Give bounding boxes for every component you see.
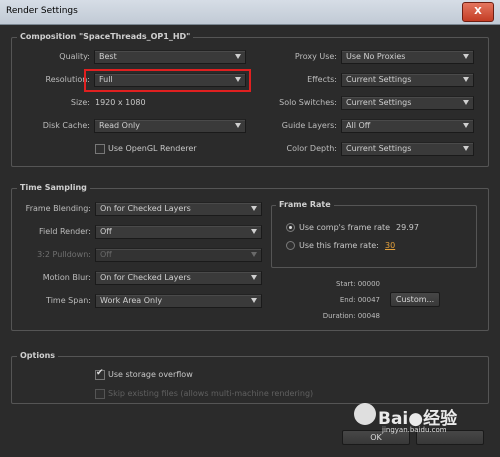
options-group-label: Options <box>17 351 59 360</box>
quality-value: Best <box>99 52 117 61</box>
chevron-down-icon <box>463 146 469 151</box>
frame-rate-label: Frame Rate <box>276 200 334 209</box>
motion-blur-value: On for Checked Layers <box>100 273 191 282</box>
effects-label: Effects: <box>307 75 337 84</box>
composition-group-label: Composition "SpaceThreads_OP1_HD" <box>17 32 194 41</box>
chevron-down-icon <box>251 275 257 280</box>
solo-switches-value: Current Settings <box>346 98 412 107</box>
chevron-down-icon <box>463 100 469 105</box>
comp-frame-rate-label: Use comp's frame rate <box>299 223 391 232</box>
time-span-label: Time Span: <box>46 296 91 305</box>
pulldown-label: 3:2 Pulldown: <box>37 250 91 259</box>
skip-files-label: Skip existing files (allows multi-machin… <box>108 389 314 398</box>
frame-rate-box <box>271 205 477 268</box>
guide-layers-label: Guide Layers: <box>281 121 337 130</box>
pulldown-dropdown: Off <box>95 248 262 262</box>
time-span-value: Work Area Only <box>100 296 163 305</box>
color-depth-value: Current Settings <box>346 144 412 153</box>
pulldown-value: Off <box>100 250 112 259</box>
motion-blur-dropdown[interactable]: On for Checked Layers <box>95 271 262 285</box>
title-bar: Render Settings X <box>0 0 500 25</box>
solo-switches-label: Solo Switches: <box>279 98 337 107</box>
field-render-dropdown[interactable]: Off <box>95 225 262 239</box>
motion-blur-label: Motion Blur: <box>42 273 91 282</box>
solo-switches-dropdown[interactable]: Current Settings <box>341 96 474 110</box>
frame-blending-value: On for Checked Layers <box>100 204 191 213</box>
custom-frame-rate-label: Use this frame rate: <box>299 241 379 250</box>
resolution-highlight-box <box>84 69 251 92</box>
custom-frame-rate-value[interactable]: 30 <box>385 241 395 250</box>
duration-readout: Duration: 00048 <box>322 312 380 320</box>
effects-dropdown[interactable]: Current Settings <box>341 73 474 87</box>
baidu-paw-logo <box>354 403 376 425</box>
window-title: Render Settings <box>6 6 78 16</box>
chevron-down-icon <box>251 229 257 234</box>
size-value: 1920 x 1080 <box>95 98 146 107</box>
storage-overflow-label: Use storage overflow <box>108 370 193 379</box>
comp-frame-rate-value: 29.97 <box>396 223 419 232</box>
proxy-use-dropdown[interactable]: Use No Proxies <box>341 50 474 64</box>
chevron-down-icon <box>463 54 469 59</box>
color-depth-label: Color Depth: <box>286 144 338 153</box>
frame-blending-label: Frame Blending: <box>25 204 91 213</box>
storage-overflow-checkbox[interactable] <box>95 368 105 380</box>
custom-time-span-button[interactable]: Custom... <box>390 292 440 307</box>
chevron-down-icon <box>463 123 469 128</box>
guide-layers-value: All Off <box>346 121 371 130</box>
custom-frame-rate-radio[interactable] <box>286 241 295 250</box>
disk-cache-label: Disk Cache: <box>42 121 90 130</box>
disk-cache-dropdown[interactable]: Read Only <box>94 119 246 133</box>
time-sampling-group-label: Time Sampling <box>17 183 90 192</box>
chevron-down-icon <box>235 54 241 59</box>
guide-layers-dropdown[interactable]: All Off <box>341 119 474 133</box>
quality-dropdown[interactable]: Best <box>94 50 246 64</box>
chevron-down-icon <box>463 77 469 82</box>
render-settings-window: Render Settings X Composition "SpaceThre… <box>0 0 500 457</box>
start-readout: Start: 00000 <box>336 280 380 288</box>
opengl-checkbox[interactable] <box>95 144 105 154</box>
skip-files-checkbox <box>95 389 105 399</box>
chevron-down-icon <box>251 206 257 211</box>
quality-label: Quality: <box>59 52 90 61</box>
effects-value: Current Settings <box>346 75 412 84</box>
close-button[interactable]: X <box>462 2 494 22</box>
proxy-use-value: Use No Proxies <box>346 52 406 61</box>
chevron-down-icon <box>235 123 241 128</box>
proxy-use-label: Proxy Use: <box>294 52 337 61</box>
opengl-label: Use OpenGL Renderer <box>108 144 197 153</box>
size-label: Size: <box>70 98 90 107</box>
chevron-down-icon <box>251 252 257 257</box>
watermark-url: jingyan.baidu.com <box>382 426 447 434</box>
end-readout: End: 00047 <box>339 296 380 304</box>
field-render-value: Off <box>100 227 112 236</box>
frame-blending-dropdown[interactable]: On for Checked Layers <box>95 202 262 216</box>
resolution-label: Resolution: <box>45 75 91 84</box>
color-depth-dropdown[interactable]: Current Settings <box>341 142 474 156</box>
chevron-down-icon <box>251 298 257 303</box>
comp-frame-rate-radio[interactable] <box>286 223 295 232</box>
disk-cache-value: Read Only <box>99 121 140 130</box>
field-render-label: Field Render: <box>38 227 91 236</box>
time-span-dropdown[interactable]: Work Area Only <box>95 294 262 308</box>
